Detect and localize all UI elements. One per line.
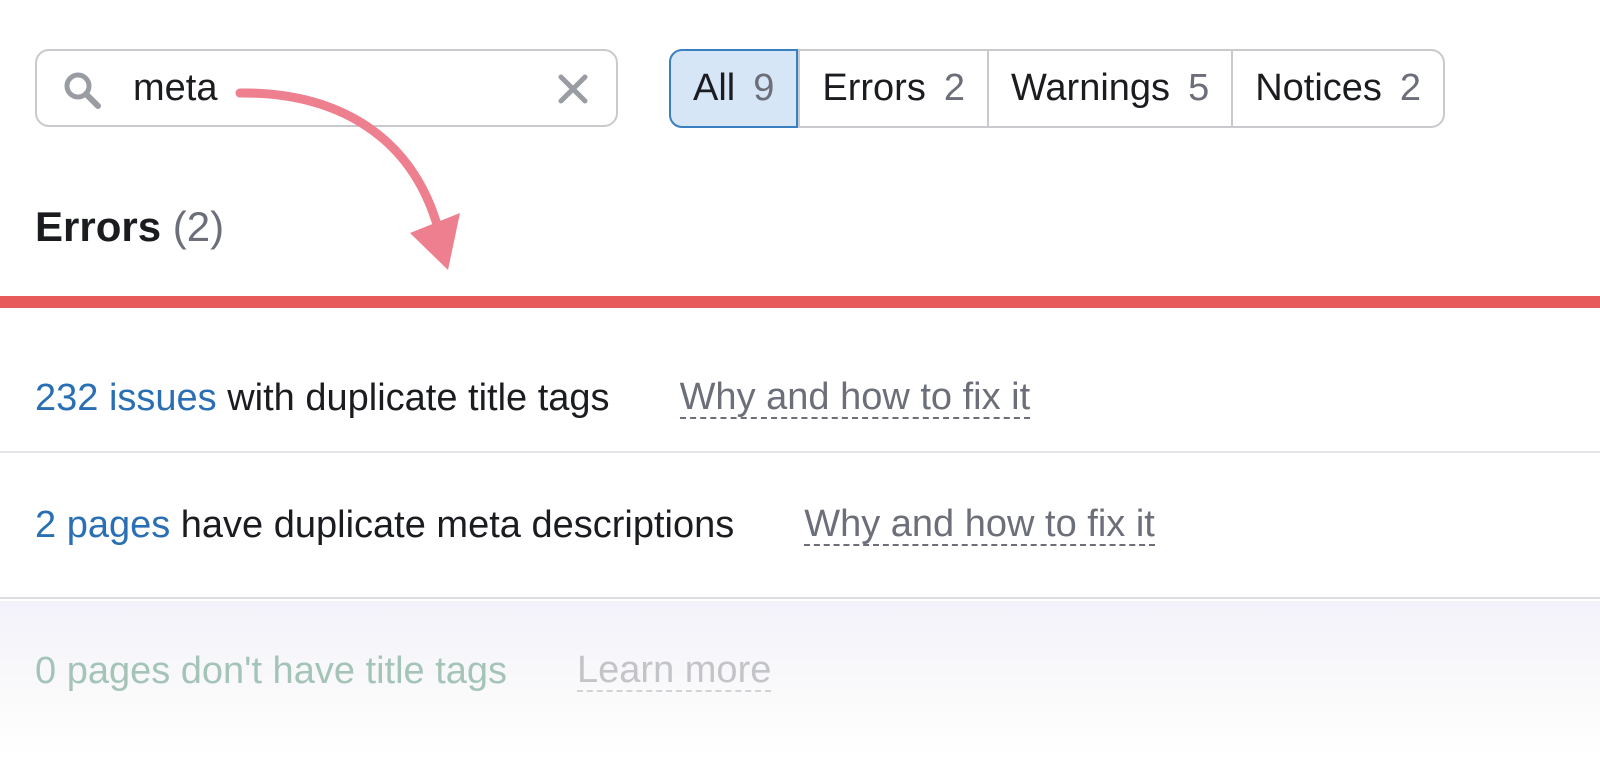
tab-count: 9	[753, 67, 775, 109]
tab-label: Warnings	[1010, 67, 1171, 109]
issue-row: 0 pages don't have title tags Learn more	[0, 601, 1600, 759]
tab-count: 2	[1399, 67, 1422, 109]
issue-text: with duplicate title tags	[216, 376, 610, 419]
tab-label: All	[693, 67, 736, 109]
help-link[interactable]: Why and how to fix it	[679, 377, 1031, 419]
issue-text: 0 pages don't have title tags	[35, 649, 508, 692]
help-link[interactable]: Why and how to fix it	[804, 504, 1155, 546]
section-heading: Errors (2)	[35, 203, 224, 251]
tab-count: 2	[943, 67, 965, 109]
issue-row: 232 issues with duplicate title tags Why…	[0, 345, 1600, 453]
issue-link[interactable]: 2 pages	[35, 504, 170, 547]
section-count: (2)	[172, 203, 225, 250]
issue-row: 2 pages have duplicate meta descriptions…	[0, 453, 1600, 599]
tab-label: Errors	[822, 67, 926, 109]
filter-tabs: All 9 Errors 2 Warnings 5 Notices 2	[669, 49, 1446, 128]
tab-all[interactable]: All 9	[669, 49, 799, 128]
close-icon[interactable]	[555, 71, 591, 112]
tab-label: Notices	[1255, 67, 1382, 109]
tab-errors[interactable]: Errors 2	[798, 51, 987, 126]
learn-more-link[interactable]: Learn more	[577, 650, 772, 692]
issue-link[interactable]: 232 issues	[35, 377, 217, 420]
tab-notices[interactable]: Notices 2	[1231, 51, 1443, 126]
issue-text: have duplicate meta descriptions	[170, 503, 735, 546]
section-title: Errors	[35, 203, 162, 250]
tab-count: 5	[1188, 67, 1210, 109]
search-value: meta	[133, 67, 218, 109]
search-icon	[61, 69, 105, 118]
tab-warnings[interactable]: Warnings 5	[986, 51, 1231, 126]
search-input[interactable]: meta	[35, 49, 618, 127]
error-divider	[0, 296, 1600, 308]
